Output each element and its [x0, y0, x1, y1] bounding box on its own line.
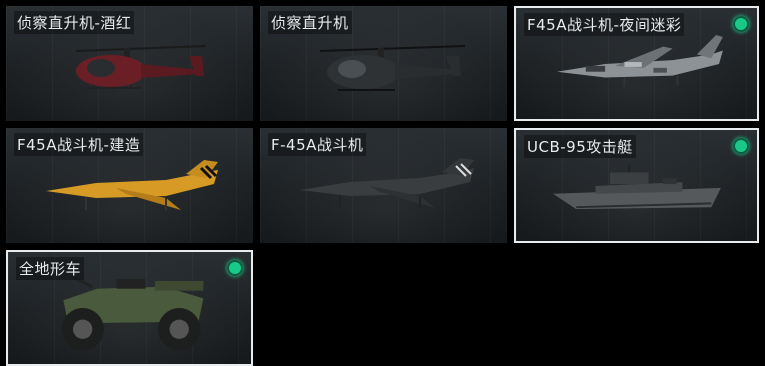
- card-label: 侦察直升机-酒红: [14, 11, 135, 34]
- vehicle-card-ucb95-boat[interactable]: UCB-95攻击艇: [514, 128, 759, 243]
- vehicle-card-scout-heli[interactable]: 侦察直升机: [260, 6, 507, 121]
- equipped-indicator-icon: [733, 138, 749, 154]
- vehicle-card-atv[interactable]: 全地形车: [6, 250, 253, 366]
- card-label: 全地形车: [16, 257, 85, 280]
- card-label: UCB-95攻击艇: [524, 135, 636, 158]
- vehicle-card-f45a[interactable]: F-45A战斗机: [260, 128, 507, 243]
- equipped-indicator-icon: [227, 260, 243, 276]
- card-label: 侦察直升机: [268, 11, 352, 34]
- card-label: F-45A战斗机: [268, 133, 367, 156]
- vehicle-card-scout-heli-wine[interactable]: 侦察直升机-酒红: [6, 6, 253, 121]
- card-label: F45A战斗机-建造: [14, 133, 144, 156]
- card-label: F45A战斗机-夜间迷彩: [524, 13, 685, 36]
- vehicle-card-f45a-night-camo[interactable]: F45A战斗机-夜间迷彩: [514, 6, 759, 121]
- vehicle-card-f45a-construction[interactable]: F45A战斗机-建造: [6, 128, 253, 243]
- equipped-indicator-icon: [733, 16, 749, 32]
